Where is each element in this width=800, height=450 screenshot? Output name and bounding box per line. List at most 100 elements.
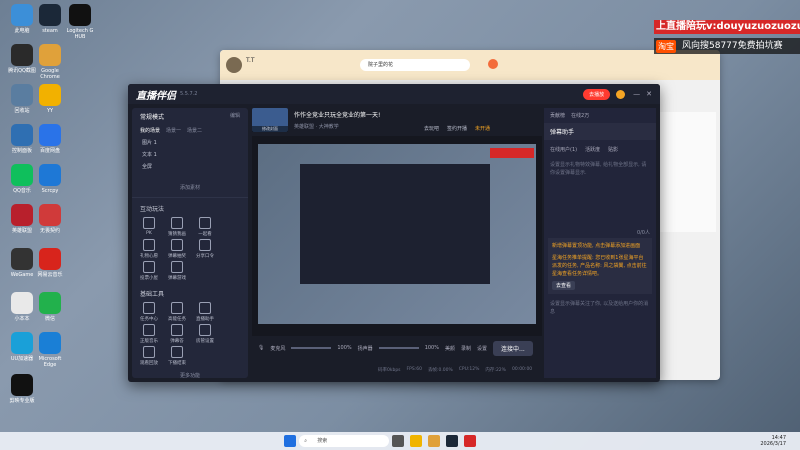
desktop-icon[interactable]: 百度网盘 (32, 124, 68, 154)
stream-partition[interactable]: 英雄联盟 · 大神教学 (294, 123, 380, 130)
search-label: 搜索 (317, 438, 328, 444)
desktop-icon[interactable]: 微信 (32, 292, 68, 322)
go-live-button[interactable]: 连接中... (493, 340, 533, 356)
tool-button[interactable]: 观看回放 (136, 346, 162, 366)
close-icon[interactable]: ✕ (646, 90, 652, 98)
desktop-icon[interactable]: 剪映专业版 (4, 374, 40, 404)
sticker-tab[interactable]: 贴影 (608, 146, 618, 153)
tool-icon (171, 217, 183, 229)
source-item[interactable]: 全屏 (132, 160, 248, 172)
settings-tool[interactable]: 设置 (477, 345, 487, 352)
tool-button[interactable]: 弹幕游戏 (164, 261, 190, 281)
cover-thumbnail[interactable]: 修改封面 (252, 108, 288, 132)
tool-button[interactable]: 直播助手 (192, 302, 218, 322)
contribution-tab[interactable]: 贡献榜 (550, 112, 565, 119)
more-tools-button[interactable]: 更多功能 (132, 372, 248, 379)
tool-icon (143, 346, 155, 358)
desktop-icon[interactable]: 无畏契约 (32, 204, 68, 234)
mic-volume-slider[interactable] (291, 347, 332, 349)
stream-title[interactable]: 作作全竞业只玩全竞业的第一天! (294, 110, 380, 119)
search-input[interactable]: 院子里的花 (360, 59, 470, 71)
speaker-volume-slider[interactable] (378, 347, 419, 349)
scene-tab-1[interactable]: 场景一 (166, 127, 181, 134)
explorer-icon[interactable] (410, 435, 423, 447)
tool-button[interactable]: 礼物心愿 (136, 239, 162, 259)
desktop-icon[interactable]: Google Chrome (32, 44, 68, 80)
tool-icon (143, 239, 155, 251)
tool-label: 任务中心 (140, 317, 158, 322)
stat-item: 丢帧:0.00% (427, 368, 453, 373)
app-icon (11, 204, 33, 226)
source-item[interactable]: 图片 1 (132, 136, 248, 148)
tool-button[interactable]: 下播结束 (164, 346, 190, 366)
app-icon (69, 4, 91, 26)
desktop-icon[interactable]: 网易云音乐 (32, 248, 68, 278)
preview-canvas[interactable] (258, 144, 536, 324)
right-panel: 贡献榜 在线2万 弹幕助手 在线用户(1) 活跃度 贴影 设置显示礼物特效弹幕,… (544, 108, 656, 378)
mic-icon[interactable]: 🎙 (258, 345, 264, 351)
tool-button[interactable]: PK (136, 217, 162, 237)
view-more-button[interactable]: 去查看 (552, 281, 576, 290)
user-avatar[interactable] (616, 89, 626, 99)
online-count-tab[interactable]: 在线2万 (571, 112, 589, 119)
tool-button[interactable]: 猜猜我画 (164, 217, 190, 237)
app-icon (39, 292, 61, 314)
record-icon[interactable] (488, 59, 498, 69)
beauty-tool[interactable]: 美颜 (445, 345, 455, 352)
steam-icon[interactable] (446, 435, 459, 447)
tool-label: 直播助手 (196, 317, 214, 322)
app-icon (11, 332, 33, 354)
tool-button[interactable]: 分享口令 (192, 239, 218, 259)
tool-button[interactable]: 任务中心 (136, 302, 162, 322)
mode-select[interactable]: 常规模式 (140, 112, 164, 121)
scene-tab-2[interactable]: 场景二 (187, 127, 202, 134)
app-icon (39, 84, 61, 106)
tool-button[interactable]: 弹幕答 (164, 324, 190, 344)
app-icon (39, 204, 61, 226)
taskbar-search[interactable]: ⌕ 搜索 (299, 435, 390, 447)
danmaku-assistant-title: 弹幕助手 (544, 123, 656, 140)
desktop-icon-label: 微信 (44, 316, 55, 322)
top-action-1[interactable]: 签约开播 (447, 125, 467, 132)
minimize-icon[interactable]: — (633, 90, 640, 98)
activity-tab[interactable]: 活跃度 (585, 146, 600, 153)
live-status-button[interactable]: 去播放 (583, 88, 611, 100)
avatar[interactable] (226, 57, 242, 73)
background-window-header: T.T 院子里的花 (220, 50, 720, 80)
clock[interactable]: 14:47 2026/3/17 (760, 435, 786, 447)
tool-icon (199, 217, 211, 229)
tool-button[interactable]: 房管设置 (192, 324, 218, 344)
tool-button[interactable]: 一起看 (192, 217, 218, 237)
tool-label: 弹幕游戏 (168, 276, 186, 281)
tool-label: 投票小屋 (140, 276, 158, 281)
windows-start-icon[interactable] (284, 435, 297, 447)
desktop-icon[interactable]: Logitech G HUB (62, 4, 98, 40)
desktop-icon[interactable]: Scrcpy (32, 164, 68, 194)
desktop-icon-label: Logitech G HUB (66, 28, 94, 40)
tool-button[interactable]: 高能任务 (164, 302, 190, 322)
tool-button[interactable]: 投票小屋 (136, 261, 162, 281)
tool-icon (171, 239, 183, 251)
tool-label: 弹幕抽奖 (168, 254, 186, 259)
scene-tab-0[interactable]: 我的场景 (140, 127, 160, 134)
taskview-icon[interactable] (392, 435, 405, 447)
desktop-icon-label: 无畏契约 (39, 228, 60, 234)
desktop-icon-label: Google Chrome (40, 68, 60, 80)
top-action-0[interactable]: 去玩吧 (424, 125, 439, 132)
tool-button[interactable]: 弹幕抽奖 (164, 239, 190, 259)
top-action-2[interactable]: 未开通 (475, 125, 490, 132)
live-companion-window: 直播伴侣 5.5.7.2 去播放 — ✕ 修改封面 作作全竞业只玩全竞业的第一天… (128, 84, 660, 382)
online-users-tab[interactable]: 在线用户(1) (550, 146, 577, 153)
source-item[interactable]: 文本 1 (132, 148, 248, 160)
live-app-icon[interactable] (464, 435, 477, 447)
tool-icon (171, 302, 183, 314)
desktop-icon[interactable]: YY (32, 84, 68, 114)
add-source-button[interactable]: 添加素材 (132, 184, 248, 191)
record-tool[interactable]: 录制 (461, 345, 471, 352)
edit-button[interactable]: 编辑 (230, 112, 240, 121)
desktop-icon[interactable]: Microsoft Edge (32, 332, 68, 368)
chrome-icon[interactable] (428, 435, 441, 447)
tool-label: 猜猜我画 (168, 232, 186, 237)
tool-label: 下播结束 (168, 361, 186, 366)
tool-button[interactable]: 正版音乐 (136, 324, 162, 344)
